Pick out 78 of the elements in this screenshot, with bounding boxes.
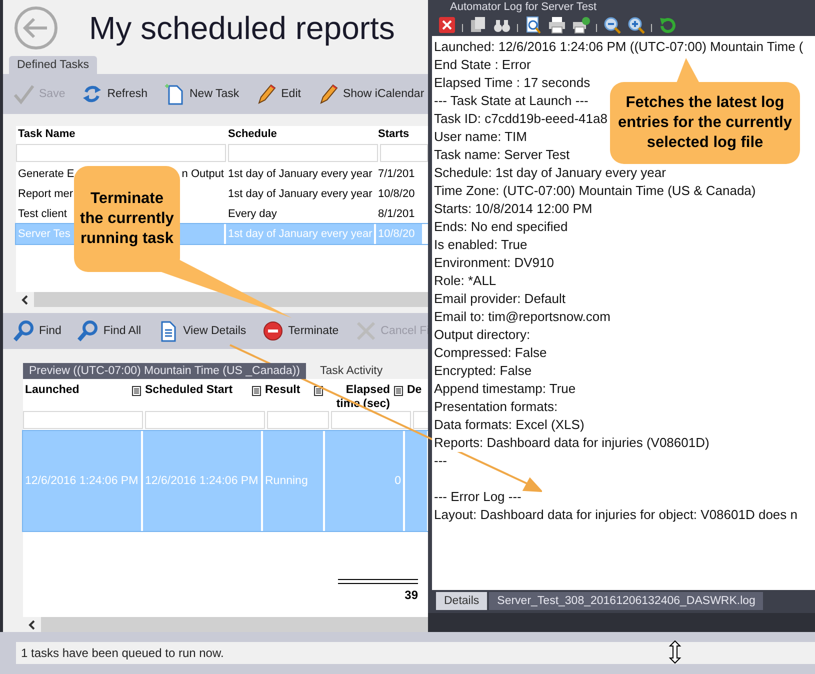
- filter-field[interactable]: [380, 144, 428, 162]
- window-title: Automator Log for Server Test: [449, 0, 598, 14]
- table-cell: Generate E: [18, 168, 74, 180]
- tab[interactable]: Server_Test_308_20161206132406_DASWRK.log: [489, 592, 764, 610]
- filter-field[interactable]: [145, 411, 265, 429]
- chevron-left-icon: [20, 294, 30, 304]
- pencil-icon: [255, 83, 278, 105]
- zoom-out-button[interactable]: [603, 16, 621, 34]
- table-cell-text: 7/1/201: [377, 167, 416, 182]
- zoom-in-button[interactable]: [627, 16, 645, 34]
- search-icon: [77, 320, 100, 342]
- filter-field[interactable]: [23, 411, 143, 429]
- calculator-icon: [252, 386, 261, 396]
- table-cell-text: 10/8/20: [377, 187, 416, 202]
- toolbar-button[interactable]: Terminate: [260, 318, 341, 344]
- table-cell-text: 8/1/201: [377, 207, 416, 222]
- callout-pointer: [674, 58, 702, 84]
- close-button[interactable]: [438, 16, 456, 34]
- table-cell-text: 1st day of January every year: [227, 167, 374, 182]
- column-header: Schedule: [227, 127, 278, 142]
- stop-icon: [262, 320, 284, 342]
- search-icon: [13, 320, 35, 342]
- table-cell: 1st day of January every year: [226, 224, 376, 244]
- table-cell-text: Every day: [227, 207, 278, 222]
- printer-help-button[interactable]: [572, 16, 590, 34]
- tab[interactable]: Task Activity: [314, 363, 389, 379]
- page-search-button[interactable]: [524, 16, 542, 34]
- chevron-left-icon: [27, 620, 37, 630]
- filter-field[interactable]: [267, 411, 329, 429]
- toolbar-button[interactable]: New Task: [162, 81, 242, 107]
- toolbar-button[interactable]: Find All: [75, 318, 144, 344]
- resize-cursor-icon: [668, 640, 682, 664]
- column-header: De: [407, 384, 422, 396]
- table-cell: 10/8/20: [376, 224, 424, 244]
- toolbar-button[interactable]: Edit: [253, 81, 303, 107]
- toolbar-button[interactable]: Show iCalendar: [314, 81, 426, 107]
- toolbar-button[interactable]: View Details: [155, 318, 248, 344]
- calculator-icon: [132, 386, 141, 396]
- table-cell: n Output: [182, 168, 224, 180]
- column-header: Scheduled Start: [145, 384, 233, 396]
- table-cell: Running: [263, 431, 325, 531]
- table-cell: 12/6/2016 1:24:06 PM: [23, 431, 143, 531]
- tab[interactable]: Details: [436, 592, 488, 610]
- callout: Fetches the latest log entries for the currently selected log file: [610, 82, 800, 164]
- horizontal-scrollbar[interactable]: [16, 292, 428, 307]
- printer-button[interactable]: [548, 16, 566, 34]
- total-value: 39: [404, 588, 418, 602]
- tab[interactable]: Defined Tasks: [9, 56, 98, 74]
- toolbar-button[interactable]: Find: [11, 318, 64, 344]
- cross-icon: [354, 320, 377, 342]
- page-title: My scheduled reports: [89, 10, 395, 46]
- filter-field[interactable]: [16, 144, 226, 162]
- column-header: Task Name: [17, 127, 76, 142]
- filter-field[interactable]: [331, 411, 411, 429]
- table-cell: 12/6/2016 1:24:06 PM: [143, 431, 263, 531]
- toolbar-button[interactable]: Refresh: [79, 81, 150, 107]
- table-cell: 0: [325, 431, 405, 531]
- column-header: Launched: [25, 384, 80, 396]
- scroll-left-button[interactable]: [23, 617, 41, 632]
- new-page-icon: [164, 83, 186, 105]
- refresh-icon: [81, 83, 104, 105]
- table-cell: Report mer: [18, 188, 74, 200]
- checkmark-icon: [13, 83, 35, 105]
- back-button[interactable]: [13, 5, 59, 51]
- column-header: Result: [265, 384, 300, 396]
- table-cell: Server Tes: [18, 228, 70, 240]
- calculator-icon: [394, 386, 403, 396]
- column-header: Starts: [377, 127, 410, 142]
- copy-button[interactable]: [469, 16, 487, 34]
- refresh-button[interactable]: [658, 16, 676, 34]
- callout: Terminate the currently running task: [74, 166, 180, 272]
- filter-field[interactable]: [228, 144, 378, 162]
- status-bar: 1 tasks have been queued to run now.: [16, 642, 815, 664]
- table-cell: Test client: [18, 208, 67, 220]
- horizontal-scrollbar[interactable]: [23, 617, 428, 632]
- calculator-icon: [314, 386, 323, 396]
- table-cell-text: 1st day of January every year: [227, 187, 374, 202]
- tab[interactable]: Preview ((UTC-07:00) Mountain Time (US _Canada)): [23, 363, 306, 379]
